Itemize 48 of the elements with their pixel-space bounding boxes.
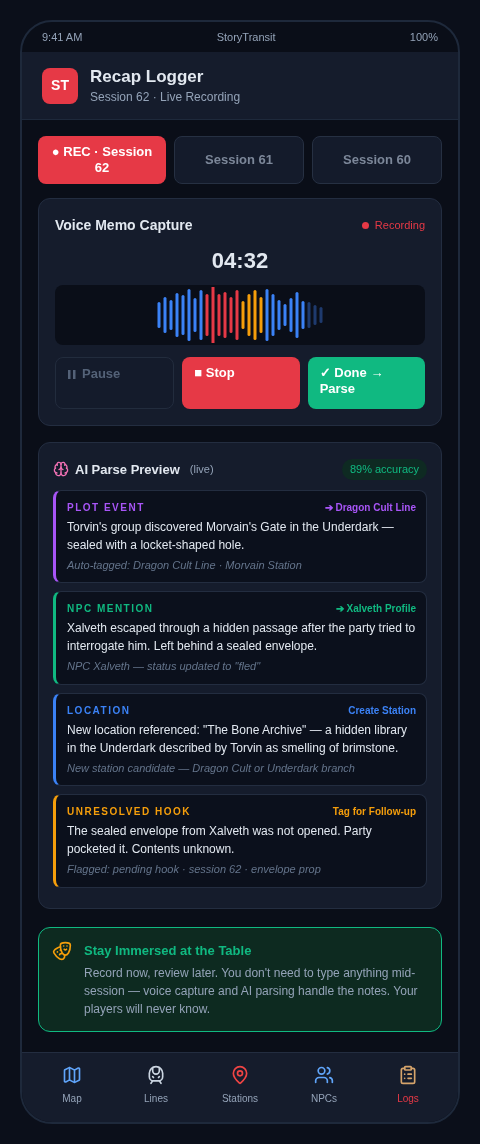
people-icon <box>314 1065 334 1085</box>
brain-icon <box>53 461 69 478</box>
tip-text: Record now, review later. You don't need to type anything mid-session — voice capture and AI parsing handle the notes. Your players will never know. <box>84 965 419 1018</box>
accuracy-badge: 89% accuracy <box>341 459 427 480</box>
session-tab[interactable]: ● REC · Session 62 <box>38 136 166 184</box>
clipboard-icon <box>398 1065 418 1085</box>
tip-title: Stay Immersed at the Table <box>84 941 253 960</box>
item-note: NPC Xalveth — status updated to "fled" <box>67 659 262 674</box>
status-app-name: StoryTransit <box>216 29 276 45</box>
train-icon <box>146 1065 166 1085</box>
pause-icon <box>68 370 76 379</box>
nav-tab[interactable]: Map <box>30 1065 114 1106</box>
nav-tab[interactable]: Stations <box>198 1065 282 1106</box>
recording-status: Recording <box>374 218 425 234</box>
nav-tab[interactable]: NPCs <box>282 1065 366 1106</box>
status-battery: 100% <box>409 29 438 45</box>
pin-icon <box>230 1065 250 1085</box>
card-title: AI Parse Preview <box>75 460 180 479</box>
app-logo: ST <box>42 67 78 104</box>
timer: 04:32 <box>210 247 270 275</box>
item-note: Flagged: pending hook · session 62 · envelope prop <box>67 862 322 877</box>
page-title: Recap Logger <box>90 65 205 88</box>
action-link[interactable]: ➔ Xalveth Profile <box>335 601 416 616</box>
item-text: Xalveth escaped through a hidden passage after the party tried to interrogate him. Left behind a sealed envelope. <box>67 620 416 655</box>
item-note: Auto-tagged: Dragon Cult Line · Morvain Station <box>67 557 303 573</box>
session-tab[interactable]: Session 61 <box>174 136 304 184</box>
map-icon <box>62 1065 82 1085</box>
category-label: UNRESOLVED HOOK <box>67 805 191 819</box>
item-note: New station candidate — Dragon Cult or Underdark branch <box>67 760 356 776</box>
status-time: 9:41 AM <box>42 29 83 45</box>
category-label: NPC MENTION <box>67 602 154 616</box>
item-text: The sealed envelope from Xalveth was not opened. Party pocketed it. Contents unknown. <box>67 823 373 858</box>
action-link[interactable]: Create Station <box>348 702 416 718</box>
page-subtitle: Session 62 · Live Recording <box>90 88 241 106</box>
card-title: Voice Memo Capture <box>55 216 193 235</box>
nav-tab[interactable]: Lines <box>114 1065 198 1106</box>
live-label: (live) <box>189 462 214 477</box>
action-link[interactable]: Tag for Follow-up <box>332 804 416 819</box>
nav-tab[interactable]: Logs <box>366 1065 450 1106</box>
stop-button[interactable]: ■ Stop <box>182 357 300 409</box>
action-link[interactable]: ➔ Dragon Cult Line <box>324 499 416 515</box>
category-label: LOCATION <box>67 703 131 718</box>
theater-masks-icon <box>52 940 72 961</box>
done-button[interactable]: ✓ Done → Parse <box>307 357 425 409</box>
item-text: Torvin's group discovered Morvain's Gate in the Underdark — sealed with a locket-shaped hole. <box>67 518 395 554</box>
category-label: PLOT EVENT <box>67 500 145 515</box>
item-text: New location referenced: "The Bone Archive" — a hidden library in the Underdark described by Torvin as smelling of brimstone. <box>67 721 409 757</box>
session-tab[interactable]: Session 60 <box>312 136 442 184</box>
